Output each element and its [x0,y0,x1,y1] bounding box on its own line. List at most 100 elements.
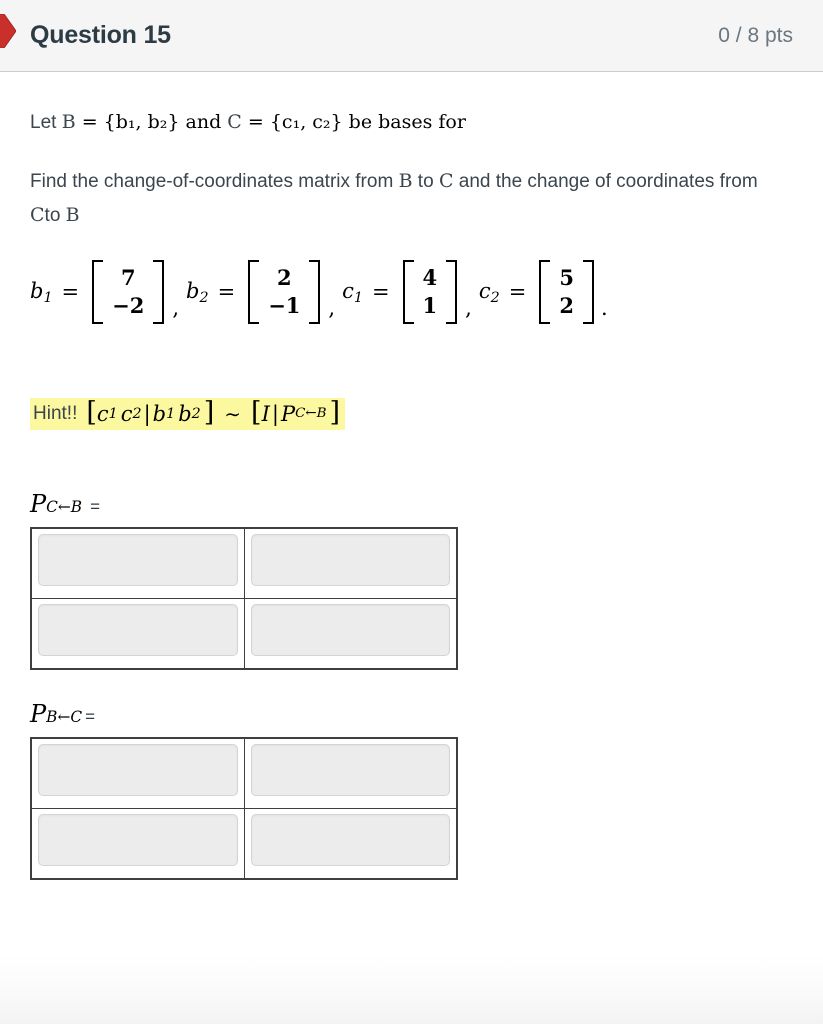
vector-c1-column: 4 1 [414,260,447,325]
table-row [30,527,458,599]
answer-matrix-pcb [30,526,458,670]
matrix-cell-pbc-r2c1 [30,807,245,880]
input-pbc-r1c2[interactable] [250,743,450,796]
hint-highlight: Hint!! [ c1 c2 | b1 b2 ] ∼ [ I | P C←B ] [30,397,346,430]
input-pcb-r2c2[interactable] [250,603,450,656]
answer-label-pcb-equals: = [90,496,101,516]
vector-b2: b2 = 2 −1 , [186,258,342,327]
answer-block-pbc: P B←C = [30,700,793,880]
vector-c2-separator: . [600,296,608,321]
question-statement-line-1: Let B = {b₁, b₂} and C = {c₁, c₂} be bas… [30,106,770,139]
vector-b1-entry-1: 7 [120,264,136,290]
hint-equivalence-symbol: ∼ [224,401,242,426]
vector-c2: c2 = 5 2 . [479,258,608,327]
hint-identity: I [261,401,270,426]
vector-b2-separator: , [328,296,336,321]
answer-label-pbc-sub: B←C [46,707,83,726]
hint-b2-sub: 2 [191,405,201,422]
bracket-left-icon [402,259,414,325]
question-title: Question 15 [30,21,171,49]
vector-c2-equals: = [508,280,527,305]
hint-b1-sub: 1 [166,405,176,422]
vector-c2-entry-1: 5 [559,264,574,290]
vector-c1-separator: , [465,296,472,321]
vector-b1: b1 = 7 −2 , [30,258,186,327]
matrix-cell-pcb-r1c1 [30,527,245,599]
instruction-b-symbol-2: B [65,203,80,226]
hint-c1: c [96,401,109,426]
instruction-part-2: to [412,171,439,193]
hint-bracket-right-2-icon: ] [329,397,341,429]
question-header: Question 15 0 / 8 pts [0,0,823,72]
bracket-right-icon [309,259,321,325]
table-row [30,737,458,809]
vector-b2-column: 2 −1 [259,260,309,325]
answer-label-pcb: P C←B = [30,490,793,518]
answer-block-pcb: P C←B = [30,490,793,670]
hint-c2: c [120,401,133,426]
bracket-right-icon [582,259,594,325]
answer-label-pcb-p: P [30,489,47,518]
input-pcb-r1c1[interactable] [38,533,238,586]
page-bottom-gradient [0,954,823,1024]
bracket-left-icon [248,259,260,325]
input-pbc-r1c1[interactable] [38,743,238,796]
hint-p-sub: C←B [295,406,327,422]
matrix-cell-pbc-r1c2 [243,737,458,809]
matrix-cell-pbc-r2c2 [243,807,458,880]
bracket-right-icon [446,259,458,325]
basis-c-definition: = {c₁, c₂} be bases for [241,111,466,133]
instruction-part-1: Find the change-of-coordinates matrix fr… [30,171,399,193]
vector-c2-column: 5 2 [550,260,583,325]
bracket-left-icon [539,259,551,325]
matrix-cell-pbc-r1c1 [30,737,245,809]
vector-definitions-row: b1 = 7 −2 , b2 = 2 −1 , c1 = 4 1 , c2 = … [30,258,793,327]
vector-b1-equals: = [61,280,80,305]
vector-b2-equals: = [217,280,236,305]
vector-c1: c1 = 4 1 , [342,258,479,327]
hint-c1-sub: 1 [108,405,118,422]
hint-bracket-left-icon: [ [86,397,97,429]
table-row [30,597,458,670]
input-pcb-r1c2[interactable] [250,533,450,586]
vector-b2-matrix: 2 −1 [244,258,324,327]
vector-b1-entry-2: −2 [112,293,145,319]
basis-b-symbol: B [61,111,76,133]
hint-formula: [ c1 c2 | b1 b2 ] ∼ [ I | P C←B ] [86,397,341,429]
hint-label: Hint!! [33,402,78,424]
input-pbc-r2c1[interactable] [38,813,238,866]
question-body: Let B = {b₁, b₂} and C = {c₁, c₂} be bas… [0,72,823,880]
answer-label-pbc-equals: = [85,706,96,726]
instruction-b-symbol: B [398,170,413,193]
hint-divider-2: | [271,401,279,426]
vector-b1-label: b1 [30,278,53,306]
vector-c2-matrix: 5 2 [535,258,598,327]
hint-p: P [280,401,296,426]
vector-c2-entry-2: 2 [559,293,574,319]
question-statement-line-2: Find the change-of-coordinates matrix fr… [30,165,770,232]
vector-c1-matrix: 4 1 [399,258,462,327]
basis-b-definition: = {b₁, b₂} and [75,111,228,133]
matrix-cell-pcb-r2c2 [243,597,458,670]
matrix-cell-pcb-r1c2 [243,527,458,599]
vector-b1-matrix: 7 −2 [88,258,168,327]
bracket-right-icon [153,259,165,325]
basis-c-symbol: C [227,111,242,133]
vector-c1-entry-1: 4 [422,264,438,290]
answer-label-pcb-sub: C←B [46,497,83,516]
hint-b1: b [152,401,167,426]
hint-divider: | [143,401,151,426]
vector-b2-entry-1: 2 [276,264,292,290]
instruction-part-4: to [44,204,66,226]
vector-b1-column: 7 −2 [103,260,153,325]
hint-line: Hint!! [ c1 c2 | b1 b2 ] ∼ [ I | P C←B ] [30,397,346,430]
input-pbc-r2c2[interactable] [250,813,450,866]
hint-bracket-left-2-icon: [ [251,397,262,429]
instruction-c-symbol-2: C [30,203,45,226]
answer-matrix-pbc [30,736,458,880]
statement-prefix: Let [30,112,62,133]
input-pcb-r2c1[interactable] [38,603,238,656]
hint-bracket-right-icon: ] [203,397,215,429]
vector-c1-entry-2: 1 [422,293,438,319]
vector-b2-label: b2 [186,278,209,306]
